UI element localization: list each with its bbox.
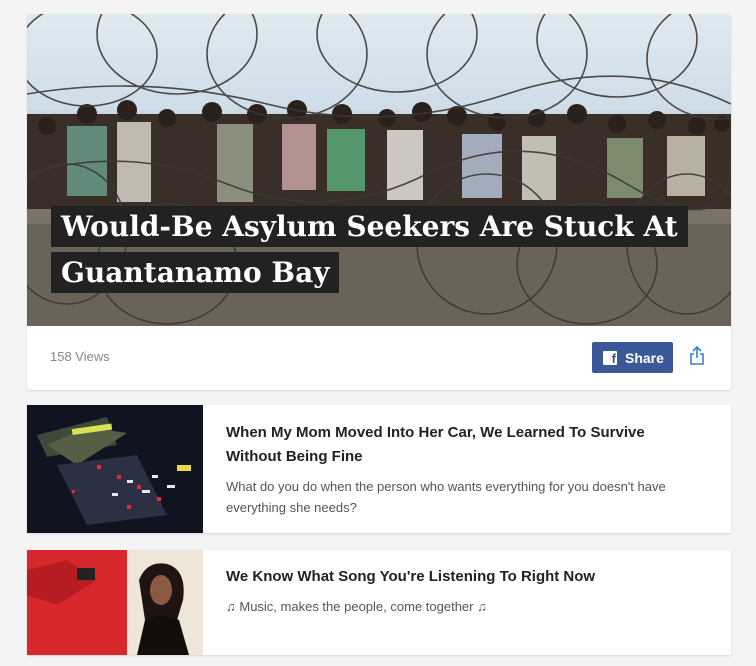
- story-title[interactable]: We Know What Song You're Listening To Ri…: [226, 565, 696, 589]
- car-illustration: [27, 405, 203, 533]
- article-meta-bar: 158 Views f Share: [27, 326, 731, 390]
- story-card[interactable]: When My Mom Moved Into Her Car, We Learn…: [27, 405, 731, 533]
- share-label: Share: [625, 349, 664, 366]
- headline[interactable]: Would-Be Asylum Seekers Are Stuck At Gua…: [51, 204, 691, 296]
- hero-image[interactable]: Would-Be Asylum Seekers Are Stuck At Gua…: [27, 14, 731, 326]
- story-thumbnail[interactable]: [27, 550, 203, 655]
- story-description: ♫ Music, makes the people, come together…: [226, 599, 487, 614]
- album-cover-photo: [27, 550, 203, 655]
- feature-article-card[interactable]: Would-Be Asylum Seekers Are Stuck At Gua…: [27, 14, 731, 390]
- story-card[interactable]: We Know What Song You're Listening To Ri…: [27, 550, 731, 655]
- share-export-icon[interactable]: [689, 345, 705, 370]
- story-description: What do you do when the person who wants…: [226, 479, 666, 515]
- facebook-share-button[interactable]: f Share: [592, 342, 673, 373]
- facebook-icon: f: [603, 350, 617, 365]
- story-title[interactable]: When My Mom Moved Into Her Car, We Learn…: [226, 421, 696, 469]
- story-thumbnail[interactable]: [27, 405, 203, 533]
- view-count: 158 Views: [50, 349, 110, 364]
- headline-text[interactable]: Would-Be Asylum Seekers Are Stuck At Gua…: [51, 206, 688, 293]
